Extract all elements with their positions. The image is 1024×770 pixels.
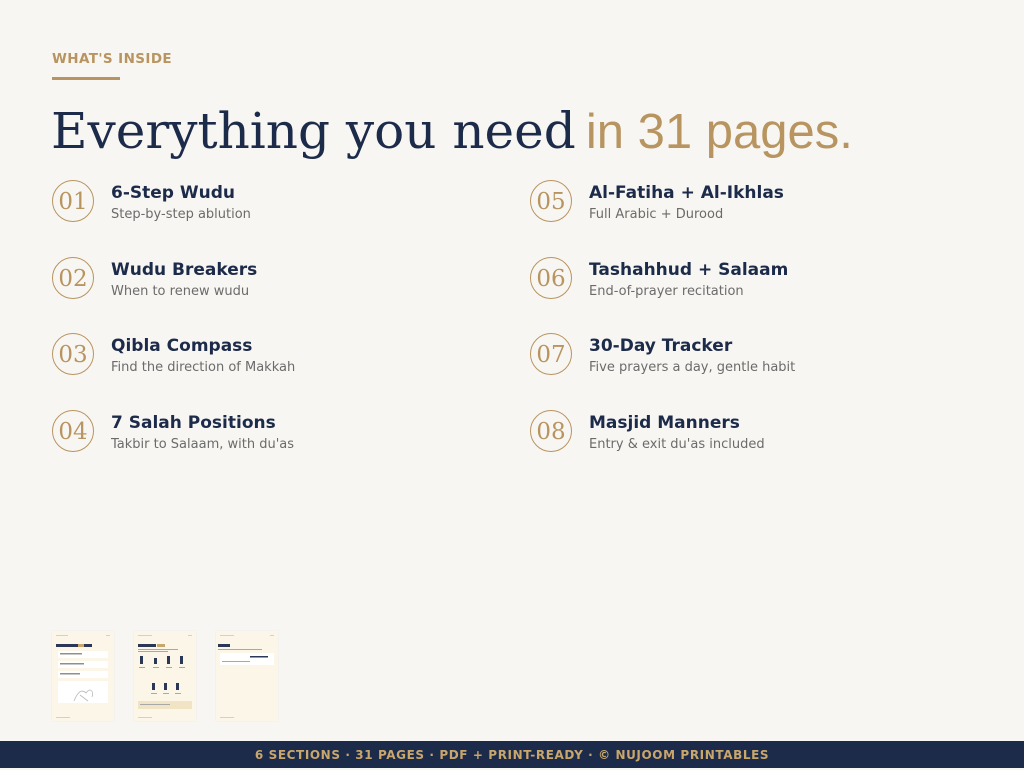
feature-subtitle: Five prayers a day, gentle habit [589, 360, 796, 375]
feature-item: 04 7 Salah Positions Takbir to Salaam, w… [52, 410, 492, 456]
feature-item: 01 6-Step Wudu Step-by-step ablution [52, 180, 492, 226]
feature-subtitle: Step-by-step ablution [111, 207, 251, 222]
feature-title: 7 Salah Positions [111, 413, 276, 433]
headline: Everything you need in 31 pages. [51, 100, 853, 168]
feature-item: 05 Al-Fatiha + Al-Ikhlas Full Arabic + D… [530, 180, 970, 226]
feature-subtitle: Full Arabic + Durood [589, 207, 724, 222]
feature-title: Masjid Manners [589, 413, 740, 433]
feature-number-badge: 07 [530, 333, 572, 375]
feature-subtitle: Entry & exit du'as included [589, 437, 765, 452]
footer-text: 6 SECTIONS · 31 PAGES · PDF + PRINT-READ… [254, 748, 770, 762]
feature-subtitle: Find the direction of Makkah [111, 360, 296, 375]
feature-item: 08 Masjid Manners Entry & exit du'as inc… [530, 410, 970, 456]
feature-title: Al-Fatiha + Al-Ikhlas [589, 183, 784, 203]
page-thumbnail [52, 631, 114, 721]
footer-bar: 6 SECTIONS · 31 PAGES · PDF + PRINT-READ… [0, 741, 1024, 768]
feature-title: 6-Step Wudu [111, 183, 235, 203]
eyebrow-underline [52, 77, 120, 80]
feature-number-badge: 08 [530, 410, 572, 452]
feature-item: 07 30-Day Tracker Five prayers a day, ge… [530, 333, 970, 379]
feature-number-badge: 02 [52, 257, 94, 299]
feature-number-badge: 04 [52, 410, 94, 452]
page-thumbnail [134, 631, 196, 721]
feature-number-badge: 05 [530, 180, 572, 222]
feature-title: Qibla Compass [111, 336, 253, 356]
feature-item: 03 Qibla Compass Find the direction of M… [52, 333, 492, 379]
headline-accent: in 31 pages. [585, 105, 853, 159]
page-thumbnail [216, 631, 278, 721]
feature-number-badge: 01 [52, 180, 94, 222]
feature-title: 30-Day Tracker [589, 336, 733, 356]
eyebrow-label: WHAT'S INSIDE [52, 51, 173, 67]
feature-subtitle: When to renew wudu [111, 284, 250, 299]
feature-title: Tashahhud + Salaam [589, 260, 789, 280]
headline-main: Everything you need [51, 102, 576, 160]
feature-number-badge: 03 [52, 333, 94, 375]
feature-subtitle: End-of-prayer recitation [589, 284, 744, 299]
feature-number-badge: 06 [530, 257, 572, 299]
feature-title: Wudu Breakers [111, 260, 258, 280]
feature-item: 06 Tashahhud + Salaam End-of-prayer reci… [530, 257, 970, 303]
feature-item: 02 Wudu Breakers When to renew wudu [52, 257, 492, 303]
feature-subtitle: Takbir to Salaam, with du'as [111, 437, 295, 452]
